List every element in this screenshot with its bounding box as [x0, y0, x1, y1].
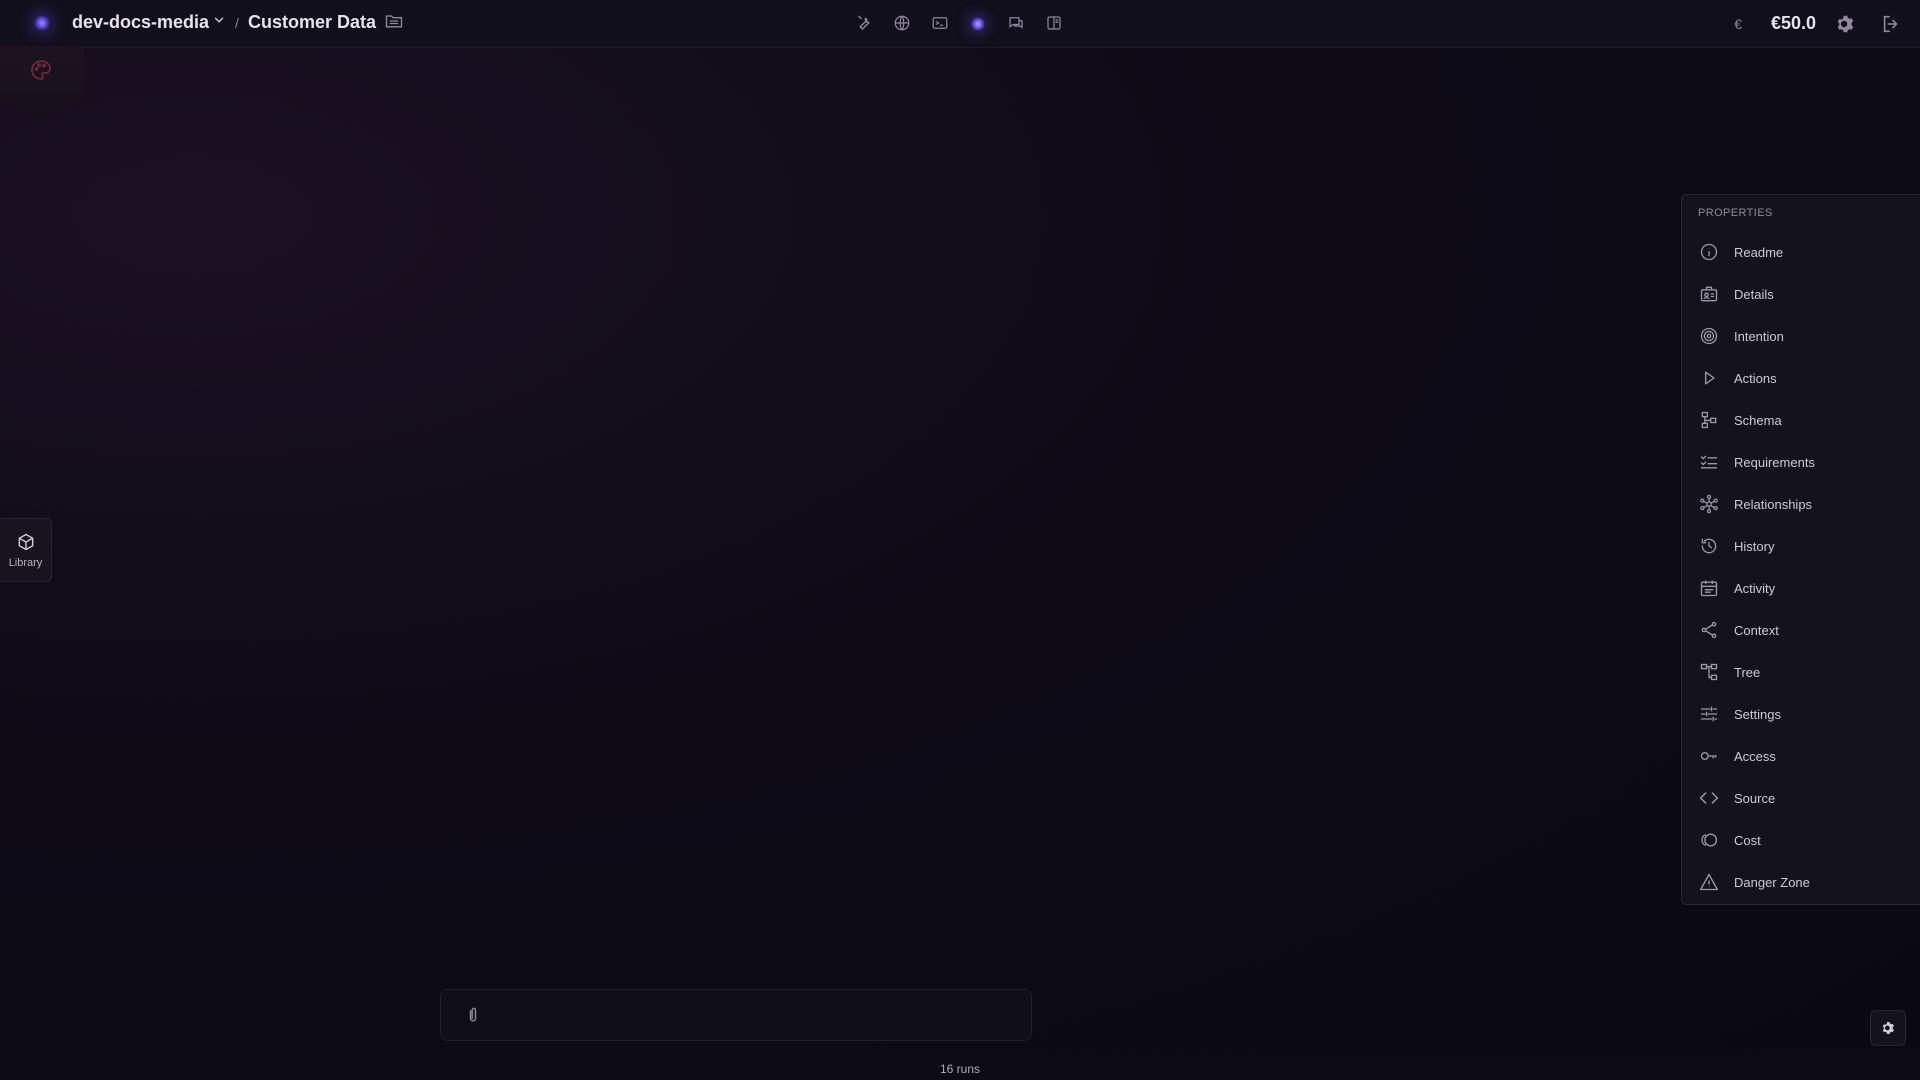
logout-icon[interactable] — [1880, 13, 1902, 35]
bottom-settings-button[interactable] — [1870, 1010, 1906, 1046]
warning-icon — [1698, 871, 1720, 893]
property-label: Danger Zone — [1734, 874, 1810, 890]
property-label: Actions — [1734, 370, 1777, 386]
app-logo-icon[interactable] — [34, 15, 50, 31]
agent-orb-icon[interactable] — [971, 17, 985, 31]
paperclip-icon[interactable] — [463, 1005, 483, 1025]
properties-title: PROPERTIES — [1698, 207, 1773, 219]
cube-icon — [18, 533, 33, 550]
property-label: History — [1734, 538, 1775, 554]
info-icon — [1698, 241, 1720, 263]
property-label: Details — [1734, 286, 1774, 302]
property-label: Readme — [1734, 244, 1784, 260]
chat-icon[interactable] — [1006, 13, 1026, 33]
property-label: Relationships — [1734, 496, 1813, 512]
gear-icon — [1882, 1022, 1894, 1034]
property-label: Activity — [1734, 580, 1776, 596]
property-label: Settings — [1734, 706, 1781, 722]
property-label: Access — [1734, 748, 1776, 764]
property-danger-zone[interactable]: Danger Zone — [1682, 865, 1920, 899]
sliders-icon — [1698, 703, 1720, 725]
property-context[interactable]: Context — [1682, 613, 1920, 647]
property-details[interactable]: Details — [1682, 277, 1920, 311]
history-icon — [1698, 535, 1720, 557]
property-activity[interactable]: Activity — [1682, 571, 1920, 605]
property-label: Source — [1734, 790, 1776, 806]
target-icon — [1698, 325, 1720, 347]
library-label: Library — [8, 556, 43, 569]
property-access[interactable]: Access — [1682, 739, 1920, 773]
property-label: Intention — [1734, 328, 1784, 344]
library-button[interactable]: Library — [0, 518, 52, 582]
share-icon — [1698, 619, 1720, 641]
property-label: Requirements — [1734, 454, 1815, 470]
property-cost[interactable]: Cost — [1682, 823, 1920, 857]
property-history[interactable]: History — [1682, 529, 1920, 563]
coins-icon — [1698, 829, 1720, 851]
checklist-icon — [1698, 451, 1720, 473]
tree-icon — [1698, 661, 1720, 683]
property-readme[interactable]: Readme — [1682, 235, 1920, 269]
workspace-name[interactable]: dev-docs-media — [72, 12, 209, 33]
property-source[interactable]: Source — [1682, 781, 1920, 815]
wrench-icon[interactable] — [854, 13, 874, 33]
property-settings[interactable]: Settings — [1682, 697, 1920, 731]
property-actions[interactable]: Actions — [1682, 361, 1920, 395]
credit-balance[interactable]: €50.0 — [1771, 13, 1816, 34]
property-requirements[interactable]: Requirements — [1682, 445, 1920, 479]
play-icon — [1698, 367, 1720, 389]
runs-count[interactable]: 16 runs — [0, 1062, 1920, 1076]
property-label: Context — [1734, 622, 1779, 638]
breadcrumb-separator: / — [235, 15, 239, 31]
gear-icon[interactable] — [1834, 13, 1856, 35]
code-icon — [1698, 787, 1720, 809]
calendar-icon — [1698, 577, 1720, 599]
chevron-down-icon[interactable] — [212, 13, 226, 27]
property-label: Cost — [1734, 832, 1761, 848]
network-icon — [1698, 493, 1720, 515]
terminal-icon[interactable] — [930, 13, 950, 33]
property-label: Tree — [1734, 664, 1761, 680]
key-icon — [1698, 745, 1720, 767]
property-relationships[interactable]: Relationships — [1682, 487, 1920, 521]
folder-icon[interactable] — [383, 11, 405, 31]
property-label: Schema — [1734, 412, 1782, 428]
schema-icon — [1698, 409, 1720, 431]
property-intention[interactable]: Intention — [1682, 319, 1920, 353]
palette-icon[interactable] — [29, 58, 53, 82]
page-title[interactable]: Customer Data — [248, 12, 376, 33]
globe-icon[interactable] — [892, 13, 912, 33]
top-bar: dev-docs-media / Customer Data € €50.0 — [0, 0, 1920, 48]
message-composer[interactable] — [440, 989, 1032, 1041]
properties-panel: PROPERTIES Readme Details Intention Acti… — [1681, 194, 1920, 905]
currency-symbol: € — [1734, 16, 1742, 32]
property-tree[interactable]: Tree — [1682, 655, 1920, 689]
panel-icon[interactable] — [1044, 13, 1064, 33]
id-card-icon — [1698, 283, 1720, 305]
property-schema[interactable]: Schema — [1682, 403, 1920, 437]
